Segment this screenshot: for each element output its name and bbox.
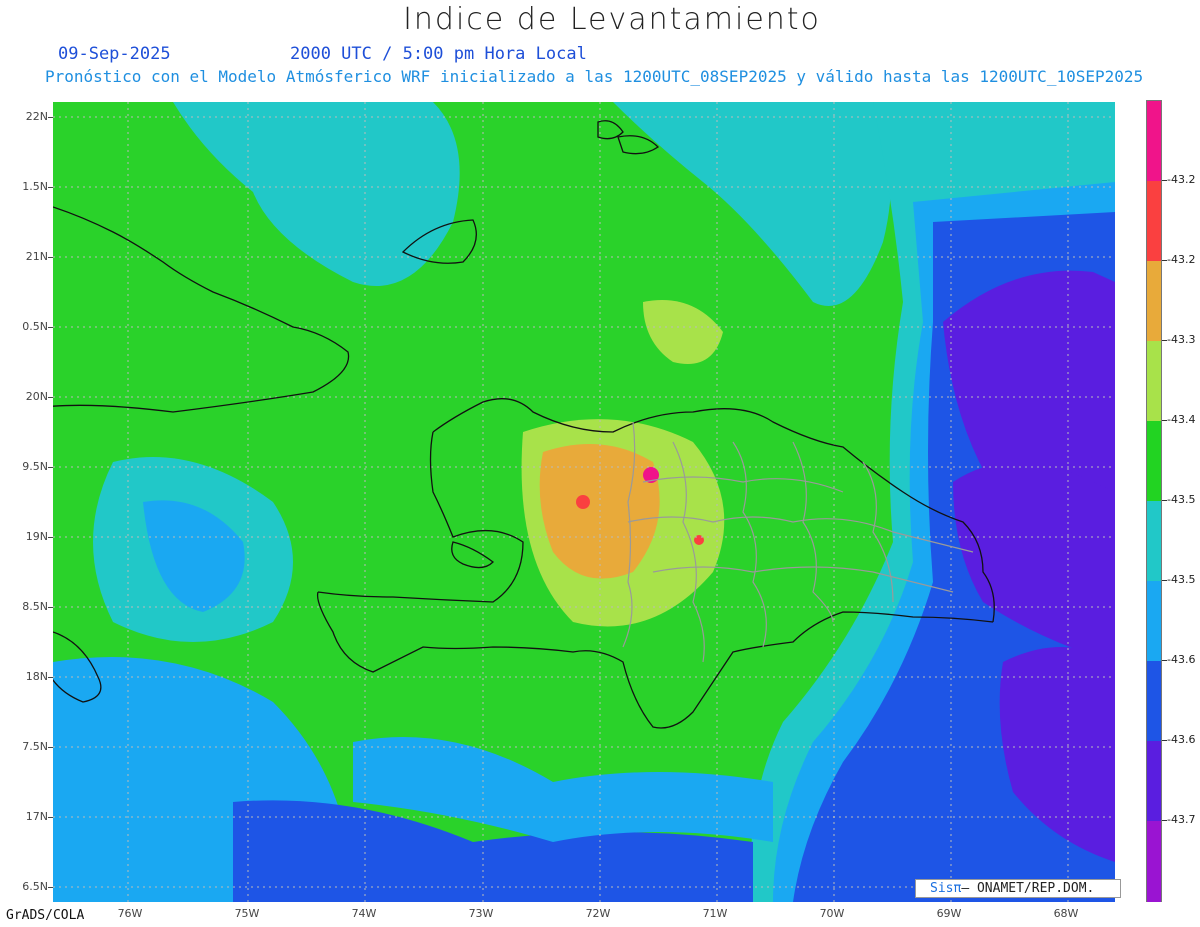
forecast-description: Pronóstico con el Modelo Atmósferico WRF… [45,67,1144,86]
color-bar-segment [1147,661,1161,742]
software-credit: GrADS/COLA [6,908,85,923]
color-bar-segment [1147,421,1161,502]
color-bar-segment [1147,501,1161,582]
color-bar-label: -43.6 [1167,653,1196,666]
color-bar-segment [1147,101,1161,182]
valid-time: 2000 UTC / 5:00 pm Hora Local [290,44,587,64]
color-bar-segment [1147,581,1161,662]
credit-text: – ONAMET/REP.DOM. [961,881,1095,896]
latitude-label: 7.5N [22,740,48,753]
color-bar-label: -43.7 [1167,813,1196,826]
latitude-label: 0.5N [22,320,48,333]
latitude-tick [48,117,53,118]
latitude-tick [48,467,53,468]
latitude-tick [48,537,53,538]
latitude-label: 21N [25,250,48,263]
color-bar [1146,100,1162,902]
valid-date: 09-Sep-2025 [58,44,171,64]
latitude-label: 18N [25,670,48,683]
latitude-tick [48,817,53,818]
latitude-label: 9.5N [22,460,48,473]
credit-logo-text: Sisπ [930,881,962,896]
latitude-label: 8.5N [22,600,48,613]
latitude-label: 1.5N [22,180,48,193]
map-field [53,102,1115,902]
color-bar-label: -43.5 [1167,493,1196,506]
longitude-label: 68W [1053,907,1079,920]
longitude-label: 71W [702,907,728,920]
color-bar-segment [1147,821,1161,902]
longitude-label: 70W [819,907,845,920]
latitude-label: 6.5N [22,880,48,893]
color-bar-label: -43.4 [1167,413,1196,426]
field-red-spot-1 [576,495,590,509]
color-bar-segment [1147,261,1161,342]
map-title: Indice de Levantamiento [403,2,821,37]
color-bar-label: -43.2 [1167,173,1196,186]
credit-box: Sisπ – ONAMET/REP.DOM. [915,879,1121,898]
latitude-tick [48,257,53,258]
latitude-tick [48,747,53,748]
color-bar-segment [1147,341,1161,422]
color-bar-label: -43.6 [1167,733,1196,746]
latitude-tick [48,187,53,188]
latitude-label: 20N [25,390,48,403]
latitude-tick [48,887,53,888]
longitude-label: 69W [936,907,962,920]
latitude-label: 22N [25,110,48,123]
lifted-index-map [53,102,1115,902]
color-bar-label: -43.2 [1167,253,1196,266]
color-bar-segment [1147,741,1161,822]
longitude-label: 72W [585,907,611,920]
latitude-tick [48,677,53,678]
longitude-label: 76W [117,907,143,920]
latitude-tick [48,607,53,608]
longitude-label: 74W [351,907,377,920]
latitude-tick [48,397,53,398]
longitude-label: 75W [234,907,260,920]
latitude-tick [48,327,53,328]
color-bar-label: -43.5 [1167,573,1196,586]
longitude-label: 73W [468,907,494,920]
color-bar-segment [1147,181,1161,262]
latitude-label: 17N [25,810,48,823]
color-bar-label: -43.3 [1167,333,1196,346]
latitude-label: 19N [25,530,48,543]
